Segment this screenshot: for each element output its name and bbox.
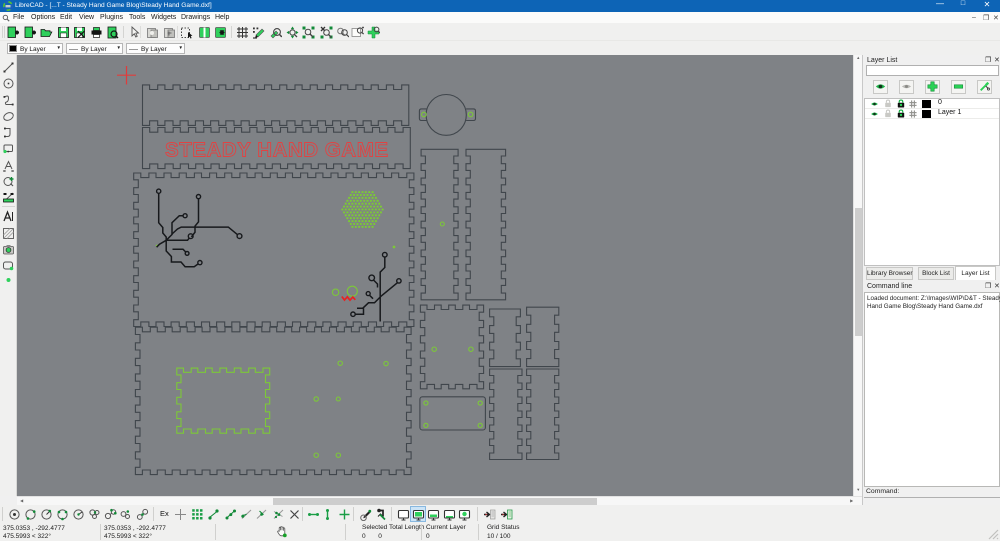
- svg-text:STEADY HAND GAME: STEADY HAND GAME: [165, 139, 389, 162]
